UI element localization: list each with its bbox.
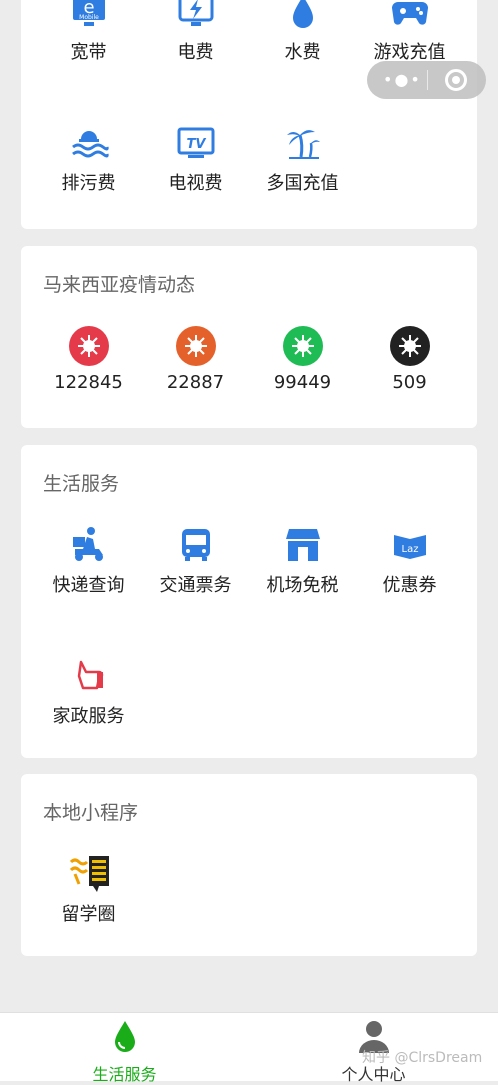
palm-tree-icon [249,123,356,163]
hand-icon [35,656,142,696]
service-label: 宽带 [70,42,107,63]
service-label: 优惠券 [382,575,437,596]
more-menu-icon[interactable]: •●• [383,72,422,88]
service-intl-topup[interactable]: 多国充值 [249,123,356,195]
sewage-icon [35,123,142,163]
svg-text:TV: TV [186,137,206,152]
stat-value: 509 [392,372,427,393]
svg-text:Laz: Laz [401,544,418,555]
virus-icon [68,326,109,366]
tab-life-services[interactable]: 生活服务 [0,1019,249,1085]
covid-card: 马来西亚疫情动态 122845 22887 99449 509 [21,246,477,428]
service-label: 快递查询 [52,575,125,596]
service-duty-free[interactable]: 机场免税 [249,525,356,597]
miniprogram-label: 留学圈 [61,904,116,925]
water-icon [249,0,356,32]
svg-text:Mobile: Mobile [79,14,99,21]
service-label: 机场免税 [266,575,339,596]
stat-value: 122845 [54,372,123,393]
delivery-icon [35,525,142,565]
virus-icon [282,326,323,366]
coupon-icon: Laz [356,525,463,565]
life-services-card: 生活服务 快递查询 交通票务 机场免税 Laz 优惠券 家政服务 [21,445,477,758]
service-water[interactable]: 水费 [249,0,356,64]
service-label: 电视费 [168,173,223,194]
watermark-text: 知乎 @ClrsDream [362,1050,483,1066]
capsule-divider [427,70,428,90]
electricity-icon [142,0,249,32]
life-services-title: 生活服务 [43,473,120,495]
covid-stat-deaths[interactable]: 509 [356,326,463,393]
service-broadband[interactable]: e Mobile 宽带 [35,0,142,64]
service-coupon[interactable]: Laz 优惠券 [356,525,463,597]
service-label: 水费 [284,42,321,63]
service-label: 交通票务 [159,575,232,596]
gamepad-icon [356,0,463,32]
tab-label: 生活服务 [92,1065,157,1084]
store-icon [249,525,356,565]
service-label: 多国充值 [266,173,339,194]
covid-stat-active[interactable]: 22887 [142,326,249,393]
close-miniprogram-icon[interactable] [445,69,467,91]
service-label: 家政服务 [52,706,125,727]
bottom-tab-bar: 生活服务 个人中心 知乎 @ClrsDream [0,1012,498,1084]
covid-title: 马来西亚疫情动态 [43,274,196,296]
service-delivery[interactable]: 快递查询 [35,525,142,597]
service-transport[interactable]: 交通票务 [142,525,249,597]
local-miniprograms-title: 本地小程序 [43,802,139,824]
bill-payment-card: e Mobile 宽带 电费 水费 游戏充值 排污费 TV 电视费 多国充值 [21,0,477,229]
service-sewage[interactable]: 排污费 [35,123,142,195]
study-circle-logo [35,854,142,894]
bus-icon [142,525,249,565]
covid-stat-recovered[interactable]: 99449 [249,326,356,393]
local-miniprograms-card: 本地小程序 留学圈 [21,774,477,956]
miniprogram-study-circle[interactable]: 留学圈 [35,854,142,926]
service-housekeeping[interactable]: 家政服务 [35,656,142,728]
service-tv[interactable]: TV 电视费 [142,123,249,195]
covid-stat-confirmed[interactable]: 122845 [35,326,142,393]
service-game-topup[interactable]: 游戏充值 [356,0,463,64]
tv-icon: TV [142,123,249,163]
service-electricity[interactable]: 电费 [142,0,249,64]
service-label: 电费 [177,42,214,63]
water-drop-icon [0,1019,249,1057]
virus-icon [175,326,216,366]
miniprogram-capsule: •●• [367,61,486,99]
service-label: 排污费 [61,173,116,194]
stat-value: 22887 [166,372,225,393]
virus-icon [389,326,430,366]
broadband-icon: e Mobile [35,0,142,32]
stat-value: 99449 [273,372,332,393]
